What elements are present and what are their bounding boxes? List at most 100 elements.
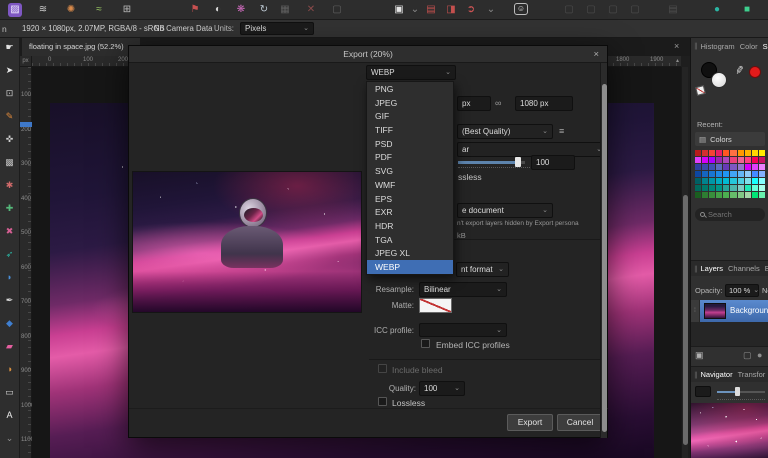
color-swatch[interactable] (695, 157, 701, 163)
color-swatch[interactable] (709, 178, 715, 184)
color-swatch[interactable] (723, 171, 729, 177)
canvas-scrollbar-thumb[interactable] (683, 195, 688, 445)
ruler-lock-icon[interactable]: ▴ (676, 57, 679, 64)
color-swatch[interactable] (752, 150, 758, 156)
matte-color-swatch[interactable] (419, 298, 452, 313)
tabbar-close-icon[interactable]: × (674, 41, 679, 51)
color-swatch[interactable] (709, 185, 715, 191)
rotate-view-icon[interactable]: ↻ (257, 3, 271, 17)
canvas-vertical-scrollbar[interactable] (681, 67, 688, 458)
more-tools-icon[interactable]: ⌄ (2, 431, 18, 445)
color-swatch[interactable] (723, 150, 729, 156)
color-swatch[interactable] (738, 192, 744, 198)
format-option[interactable]: TGA (367, 233, 453, 247)
crop-tool-icon[interactable]: ⊡ (2, 86, 18, 100)
gradient-tool-icon[interactable]: ◆ (2, 316, 18, 330)
color-swatch[interactable] (716, 157, 722, 163)
color-swatch[interactable] (730, 157, 736, 163)
color-swatch[interactable] (759, 171, 765, 177)
navigator-thumbnail[interactable] (691, 403, 768, 458)
mask-icon[interactable]: ▣ (695, 350, 704, 361)
color-swatch[interactable] (723, 178, 729, 184)
quality-dropdown[interactable]: 100 ⌄ (419, 381, 465, 396)
dodge-tool-icon[interactable]: ◑ (2, 362, 18, 376)
stock-circle-icon[interactable]: ● (710, 3, 724, 17)
color-swatch[interactable] (702, 150, 708, 156)
format-option[interactable]: SVG (367, 164, 453, 178)
marquee-tool-icon[interactable]: ▩ (2, 155, 18, 169)
adjustment-icon[interactable]: ● (757, 350, 762, 360)
paint-brush-tool-icon[interactable]: ✎ (2, 109, 18, 123)
tab-transfor[interactable]: Transfor (738, 370, 766, 379)
document-format-dropdown[interactable]: nt format ⌄ (456, 262, 509, 277)
color-swatch[interactable] (730, 171, 736, 177)
color-swatch[interactable] (716, 192, 722, 198)
color-swatch[interactable] (745, 192, 751, 198)
view-tool-icon[interactable]: ☛ (2, 40, 18, 54)
tab-color[interactable]: Color (740, 42, 758, 51)
icc-profile-dropdown[interactable]: ⌄ (419, 323, 507, 337)
color-swatch[interactable] (759, 157, 765, 163)
color-swatch[interactable] (730, 164, 736, 170)
color-swatch[interactable] (702, 178, 708, 184)
develop-persona-icon[interactable]: ✺ (64, 3, 78, 17)
panel-drag-handle-icon[interactable]: ∥ (691, 265, 701, 273)
color-swatch[interactable] (759, 178, 765, 184)
export-persona-icon[interactable]: ⊞ (120, 3, 134, 17)
color-swatch[interactable] (702, 192, 708, 198)
resample-dropdown[interactable]: Bilinear ⌄ (419, 282, 507, 297)
pin-icon[interactable]: ➲ (464, 3, 478, 17)
tab-s[interactable]: S (763, 42, 768, 51)
color-swatch[interactable] (695, 164, 701, 170)
opacity-dropdown[interactable]: 100 % ⌄ (725, 284, 759, 297)
color-swatch[interactable] (695, 178, 701, 184)
pin-chevron-icon[interactable]: ⌄ (484, 3, 498, 17)
zoom-value-box[interactable] (695, 386, 711, 397)
dialog-scrollbar-thumb[interactable] (602, 84, 607, 432)
dialog-scrollbar[interactable] (600, 63, 607, 438)
format-option[interactable]: GIF (367, 109, 453, 123)
format-option[interactable]: WEBP (367, 260, 453, 274)
search-input[interactable] (708, 210, 756, 219)
format-option[interactable]: PDF (367, 150, 453, 164)
dialog-close-icon[interactable]: × (593, 49, 599, 60)
color-swatch[interactable] (759, 192, 765, 198)
link-dimensions-icon[interactable]: ∞ (495, 98, 501, 108)
units-dropdown[interactable]: Pixels ⌄ (240, 22, 314, 35)
color-swatch[interactable] (716, 164, 722, 170)
format-option[interactable]: TIFF (367, 123, 453, 137)
color-swatch[interactable] (738, 185, 744, 191)
color-swatch[interactable] (730, 192, 736, 198)
color-swatch[interactable] (730, 178, 736, 184)
file-format-dropdown[interactable]: WEBP ⌄ (366, 65, 456, 80)
move-tool-icon[interactable]: ➤ (2, 63, 18, 77)
palette-dropdown[interactable]: ▤ Colors (695, 132, 765, 146)
zoom-slider-track[interactable] (737, 391, 765, 393)
color-swatch[interactable] (752, 164, 758, 170)
color-swatch[interactable] (695, 192, 701, 198)
color-swatch[interactable] (738, 164, 744, 170)
color-swatch[interactable] (709, 171, 715, 177)
format-option[interactable]: EXR (367, 205, 453, 219)
tab-layers[interactable]: Layers (701, 264, 724, 273)
blur-tool-icon[interactable]: ◗ (2, 270, 18, 284)
color-swatch[interactable] (702, 164, 708, 170)
color-swatch[interactable] (738, 150, 744, 156)
format-option[interactable]: PSD (367, 137, 453, 151)
color-swatch[interactable] (738, 178, 744, 184)
assistant-icon[interactable]: ☺ (514, 3, 528, 15)
color-swatch[interactable] (716, 185, 722, 191)
healing-tool-icon[interactable]: ✚ (2, 201, 18, 215)
tab-channels[interactable]: Channels (728, 264, 760, 273)
embed-icc-checkbox[interactable] (421, 339, 430, 348)
color-swatch[interactable] (752, 192, 758, 198)
cancel-button[interactable]: Cancel (557, 414, 603, 431)
primary-color-well[interactable] (711, 72, 727, 88)
color-swatch[interactable] (759, 164, 765, 170)
color-swatch[interactable] (702, 157, 708, 163)
lossless-checkbox[interactable] (378, 397, 387, 406)
color-swatch[interactable] (709, 157, 715, 163)
color-swatch[interactable] (716, 150, 722, 156)
photo-persona-icon[interactable]: ▨ (8, 3, 22, 17)
document-tab[interactable]: floating in space.jpg (52.2%) (22, 38, 140, 56)
